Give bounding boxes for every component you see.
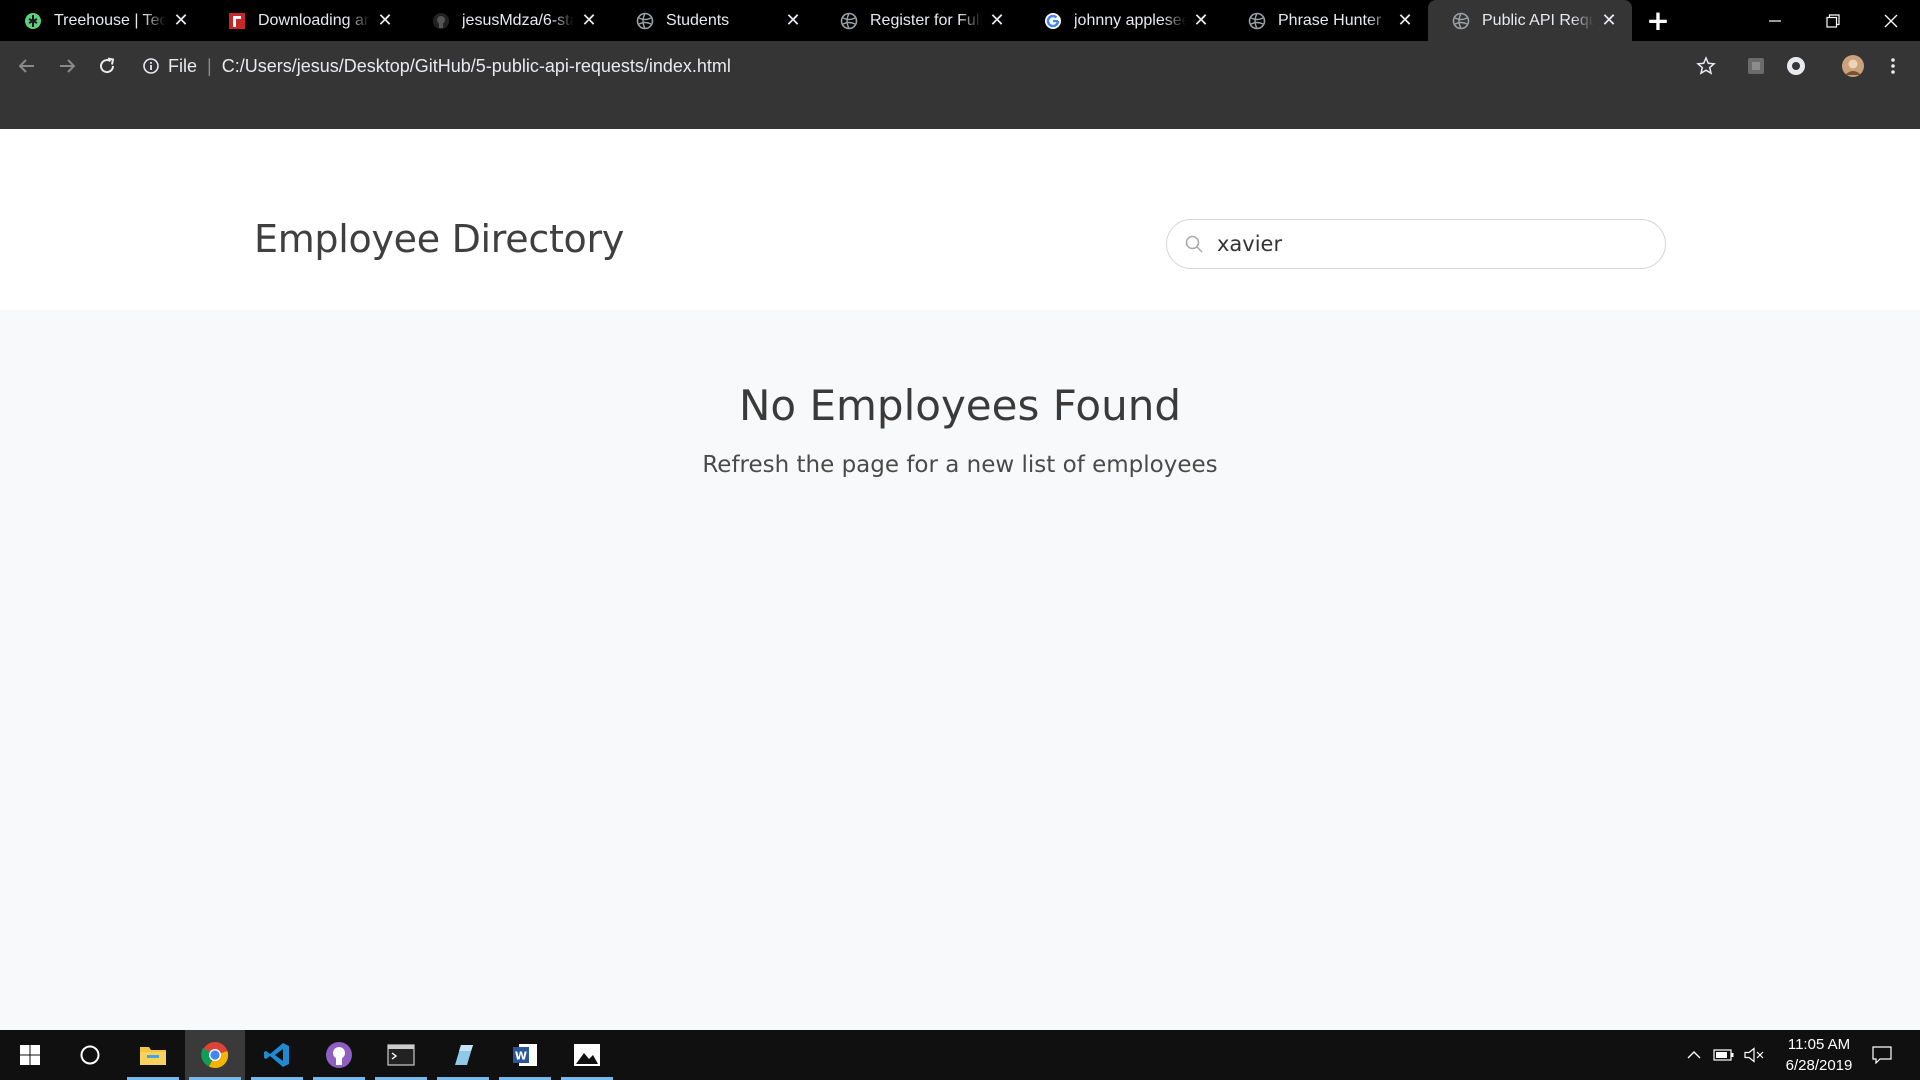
tab-treehouse[interactable]: Treehouse | Techdegree ✕ xyxy=(0,0,204,41)
info-icon[interactable] xyxy=(142,57,160,75)
address-url[interactable]: C:/Users/jesus/Desktop/GitHub/5-public-a… xyxy=(222,56,731,77)
close-icon[interactable]: ✕ xyxy=(172,10,190,30)
tab-register[interactable]: Register for Full Stack ✕ xyxy=(816,0,1020,41)
vscode-icon[interactable] xyxy=(247,1030,307,1080)
tab-title: Downloading and Installing xyxy=(258,11,370,29)
google-icon xyxy=(1044,12,1062,30)
github-icon xyxy=(432,12,450,30)
globe-icon xyxy=(1452,12,1470,30)
word-icon[interactable]: W xyxy=(495,1030,555,1080)
minimize-icon[interactable] xyxy=(1746,0,1804,41)
extension-icon[interactable] xyxy=(1741,51,1771,81)
reload-icon[interactable] xyxy=(92,51,122,81)
close-icon[interactable]: ✕ xyxy=(580,10,598,30)
photos-icon[interactable] xyxy=(557,1030,617,1080)
new-tab-button[interactable]: + xyxy=(1636,0,1680,41)
address-bar[interactable]: File | C:/Users/jesus/Desktop/GitHub/5-p… xyxy=(142,49,731,83)
bookmark-star-icon[interactable] xyxy=(1691,51,1721,81)
cortana-search-icon[interactable] xyxy=(60,1030,120,1080)
tab-title: Students xyxy=(666,11,730,29)
search-input[interactable] xyxy=(1217,232,1637,256)
address-separator: | xyxy=(207,55,212,76)
document-icon xyxy=(228,12,246,30)
file-explorer-icon[interactable] xyxy=(123,1030,183,1080)
tab-title: johnny appleseed xyxy=(1074,11,1186,29)
close-icon[interactable]: ✕ xyxy=(784,10,802,30)
tab-title: Public API Requests xyxy=(1482,11,1594,29)
page-header: Employee Directory xyxy=(0,129,1920,310)
empty-state-message: Refresh the page for a new list of emplo… xyxy=(702,452,1218,478)
action-center-icon[interactable] xyxy=(1864,1030,1900,1080)
restore-icon[interactable] xyxy=(1804,0,1862,41)
svg-text:W: W xyxy=(515,1050,527,1063)
profile-avatar[interactable] xyxy=(1838,51,1868,81)
close-icon[interactable]: ✕ xyxy=(988,10,1006,30)
globe-icon xyxy=(840,12,858,30)
tab-title: Phrase Hunter xyxy=(1278,11,1382,29)
tab-students[interactable]: Students ✕ xyxy=(612,0,816,41)
forward-arrow-icon[interactable] xyxy=(52,51,82,81)
page-title: Employee Directory xyxy=(254,217,625,261)
tab-google-search[interactable]: johnny appleseed ✕ xyxy=(1020,0,1224,41)
browser-tab-strip: Treehouse | Techdegree ✕ Downloading and… xyxy=(0,0,1920,41)
page-viewport: Employee Directory No Employees Found Re… xyxy=(0,129,1920,1030)
globe-icon xyxy=(636,12,654,30)
close-icon[interactable]: ✕ xyxy=(1396,10,1414,30)
empty-state-heading: No Employees Found xyxy=(739,381,1181,430)
tab-title: Treehouse | Techdegree xyxy=(54,11,166,29)
back-arrow-icon[interactable] xyxy=(12,51,42,81)
menu-kebab-icon[interactable] xyxy=(1878,51,1908,81)
close-icon[interactable]: ✕ xyxy=(376,10,394,30)
windows-start-icon[interactable] xyxy=(0,1030,60,1080)
treehouse-icon xyxy=(24,12,42,30)
close-window-icon[interactable] xyxy=(1862,0,1920,41)
windows-taskbar: W 11:05 AM 6/28/2019 xyxy=(0,1030,1920,1080)
close-icon[interactable]: ✕ xyxy=(1192,10,1210,30)
search-box[interactable] xyxy=(1166,219,1666,269)
taskbar-clock[interactable]: 11:05 AM 6/28/2019 xyxy=(1764,1034,1874,1076)
sticky-app-icon[interactable] xyxy=(433,1030,493,1080)
chrome-taskbar-icon[interactable] xyxy=(185,1030,245,1080)
tab-downloading[interactable]: Downloading and Installing ✕ xyxy=(204,0,408,41)
tab-title: jesusMdza/6-static-node xyxy=(462,11,574,29)
chevron-up-icon[interactable] xyxy=(1680,1030,1708,1080)
tab-title: Register for Full Stack xyxy=(870,11,982,29)
address-scheme-label: File xyxy=(168,55,198,76)
tab-phrase-hunter[interactable]: Phrase Hunter ✕ xyxy=(1224,0,1428,41)
terminal-icon[interactable] xyxy=(371,1030,431,1080)
clock-time: 11:05 AM xyxy=(1787,1036,1851,1053)
extension-circle-icon[interactable] xyxy=(1781,51,1811,81)
tab-github-repo[interactable]: jesusMdza/6-static-node ✕ xyxy=(408,0,612,41)
globe-icon xyxy=(1248,12,1266,30)
browser-toolbar: File | C:/Users/jesus/Desktop/GitHub/5-p… xyxy=(0,41,1920,129)
window-controls xyxy=(1746,0,1920,41)
github-desktop-icon[interactable] xyxy=(309,1030,369,1080)
close-icon[interactable]: ✕ xyxy=(1600,10,1618,30)
battery-icon[interactable] xyxy=(1710,1030,1738,1080)
tab-public-api-requests[interactable]: Public API Requests ✕ xyxy=(1428,0,1632,41)
search-icon xyxy=(1183,233,1205,255)
empty-state: No Employees Found Refresh the page for … xyxy=(0,381,1920,478)
clock-date: 6/28/2019 xyxy=(1785,1057,1853,1074)
